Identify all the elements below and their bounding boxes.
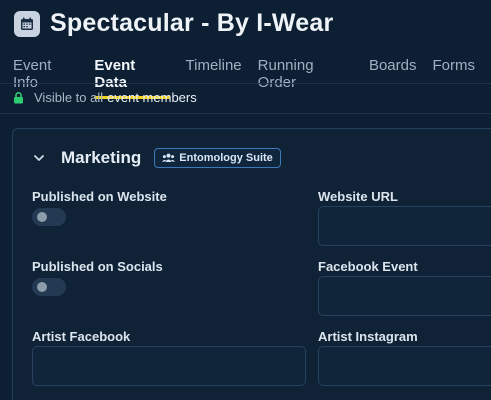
tabs-divider	[0, 83, 491, 84]
tab-running-order[interactable]: Running Order	[258, 57, 353, 96]
published-socials-label: Published on Socials	[32, 259, 163, 274]
artist-instagram-label: Artist Instagram	[318, 329, 418, 344]
facebook-event-label: Facebook Event	[318, 259, 418, 274]
page-header: Spectacular - By I-Wear	[14, 9, 333, 38]
lock-icon	[13, 91, 24, 104]
calendar-icon	[14, 10, 40, 37]
toggle-knob	[37, 282, 47, 292]
published-website-toggle[interactable]	[32, 208, 66, 226]
published-socials-toggle[interactable]	[32, 278, 66, 296]
visibility-notice: Visible to all event members	[13, 90, 197, 105]
visibility-prefix: Visible to all	[34, 90, 104, 105]
page-title: Spectacular - By I-Wear	[50, 9, 334, 37]
artist-facebook-label: Artist Facebook	[32, 329, 131, 344]
section-title: Marketing	[61, 148, 142, 167]
artist-facebook-input[interactable]	[32, 346, 306, 386]
visibility-divider	[0, 113, 491, 114]
badge-label: Entomology Suite	[179, 152, 273, 164]
chevron-down-icon[interactable]	[32, 151, 46, 165]
tab-forms[interactable]: Forms	[432, 57, 475, 96]
visibility-audience: event members	[107, 90, 197, 105]
tab-boards[interactable]: Boards	[369, 57, 417, 96]
facebook-event-input[interactable]	[318, 276, 491, 316]
suite-badge: Entomology Suite	[154, 148, 281, 168]
published-website-label: Published on Website	[32, 189, 167, 204]
website-url-label: Website URL	[318, 189, 398, 204]
artist-instagram-input[interactable]	[318, 346, 491, 386]
people-icon	[162, 153, 176, 163]
section-header: Marketing Entomology Suite	[32, 148, 281, 168]
toggle-knob	[37, 212, 47, 222]
website-url-input[interactable]	[318, 206, 491, 246]
